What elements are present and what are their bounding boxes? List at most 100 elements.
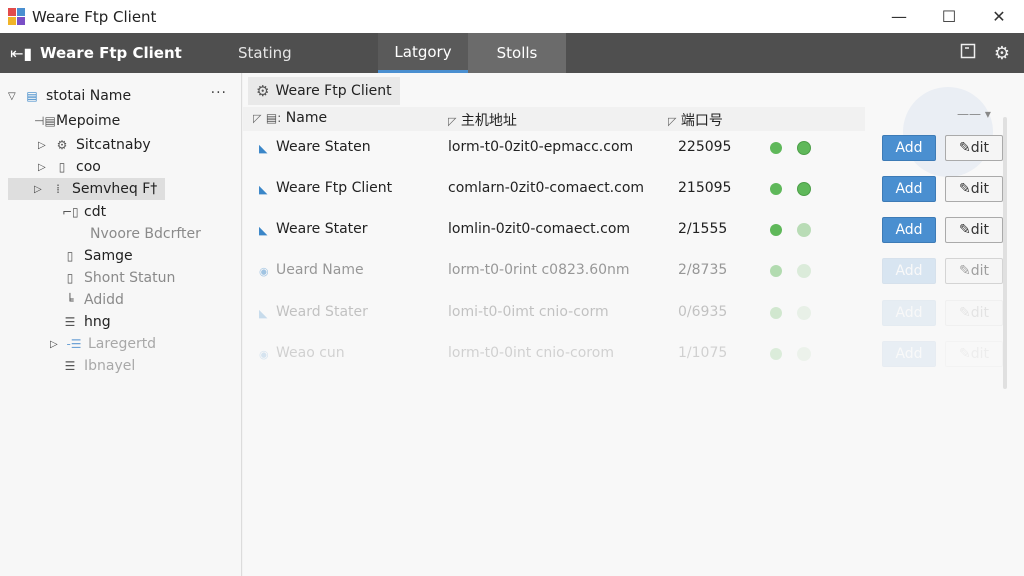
table-row[interactable]: ◣ Weare Ftp Client comlarn-0zit0-comaect… [243,169,1024,209]
row-name: Ueard Name [276,262,364,278]
tree-item-sitcatnaby[interactable]: ▷ ⚙ Sitcatnaby [38,134,151,156]
status-dot-icon [770,183,782,195]
tree-item-ibnayel[interactable]: ☰ Ibnayel [62,355,136,377]
tree-item-label: Semvheq F† [72,181,158,197]
tree-panel: ▽ ▤ stotai Name ··· ⊣▤ Mepoime ▷ ⚙ Sitca… [0,73,242,576]
tree-item-semvheq[interactable]: ▷ ⁞ Semvheq F† [8,178,165,200]
add-button[interactable]: Add [882,341,936,367]
edit-button[interactable]: ✎ dit [945,135,1003,161]
edit-button[interactable]: ✎ dit [945,217,1003,243]
row-port: 0/6935 [678,304,728,320]
status-dot-icon [797,141,811,155]
tree-item-shont-statun[interactable]: ▯ Shont Statun [62,267,176,289]
row-host: lomi-t0-0imt cnio-corm [448,304,609,320]
connection-icon: ◉ [259,265,269,278]
tree-item-adidd[interactable]: ╘ Adidd [62,289,124,311]
table-row[interactable]: ◣ Weare Stater lomlin-0zit0-comaect.com … [243,210,1024,250]
pencil-icon: ✎ [959,263,971,279]
tree-item-samge[interactable]: ▯ Samge [62,245,133,267]
edit-button[interactable]: ✎ dit [945,258,1003,284]
app-menu-icon[interactable]: ⇤▮ [10,44,38,63]
title-bar: Weare Ftp Client — ☐ ✕ [0,0,1024,33]
tree-item-laregertd[interactable]: ▷ -☰ Laregertd [50,333,156,355]
tree-item-label: cdt [84,204,107,220]
tree-header-label: stotai Name [46,88,132,104]
server-icon: ⁞ [56,182,60,196]
panel-title-text: Weare Ftp Client [275,83,392,99]
table-row[interactable]: ◣ Weare Staten lorm-t0-0zit0-epmacc.com … [243,128,1024,168]
status-dot-icon [797,306,811,320]
add-button[interactable]: Add [882,135,936,161]
more-icon[interactable]: ··· [211,85,227,101]
panel-tools-icon[interactable]: —— ▾ [957,107,991,121]
tree-item-coo[interactable]: ▷ ▯ coo [38,156,101,178]
table-row[interactable]: ◉ Weao cun lorm-t0-0int cnio-corom 1/107… [243,334,1024,374]
tree-item-label: Sitcatnaby [76,137,151,153]
connection-icon: ◣ [259,183,268,196]
tree-header[interactable]: ▽ ▤ stotai Name [8,85,131,107]
toolbar-right-icons: ⚙ [960,33,1010,73]
edit-button[interactable]: ✎ dit [945,176,1003,202]
row-host: lorm-t0-0int cnio-corom [448,345,614,361]
row-name: Weare Staten [276,139,371,155]
row-name: Weare Stater [276,221,368,237]
edit-button[interactable]: ✎ dit [945,341,1003,367]
maximize-button[interactable]: ☐ [924,0,974,33]
tree-item-label: Ibnayel [84,358,136,374]
column-header-port[interactable]: ◸ 端口号 [668,110,723,130]
connection-icon: ◣ [259,307,268,320]
status-dot-icon [770,142,782,154]
add-button[interactable]: Add [882,258,936,284]
tab-latgory[interactable]: Latgory [378,33,468,73]
server-icon: ⊣▤ [34,114,56,128]
close-button[interactable]: ✕ [974,0,1024,33]
tree-item-mepoime[interactable]: ⊣▤ Mepoime [34,110,120,132]
status-dot-icon [770,307,782,319]
status-dot-icon [797,223,811,237]
window-title: Weare Ftp Client [32,7,157,26]
column-header-host[interactable]: ◸ 主机地址 [448,110,517,130]
chevron-down-icon[interactable]: ▽ [8,91,20,102]
row-name: Weard Stater [276,304,368,320]
tree-item-hng[interactable]: ☰ hng [62,311,111,333]
chevron-right-icon[interactable]: ▷ [38,162,50,173]
chevron-right-icon[interactable]: ▷ [34,184,46,195]
window-icon[interactable] [960,43,976,64]
panel-title: ⚙ Weare Ftp Client [248,77,400,105]
gear-icon[interactable]: ⚙ [994,43,1010,64]
status-dot-icon [770,265,782,277]
pencil-icon: ✎ [959,222,971,238]
row-port: 225095 [678,139,732,155]
tree-item-label: coo [76,159,101,175]
tree-item-cdt[interactable]: ⌐▯ cdt [62,201,106,223]
column-header-name[interactable]: ◸ ▤: Name [253,110,327,126]
table-row[interactable]: ◣ Weard Stater lomi-t0-0imt cnio-corm 0/… [243,293,1024,333]
window-controls: — ☐ ✕ [874,0,1024,33]
sort-icon: ◸ [253,112,262,125]
add-button[interactable]: Add [882,300,936,326]
tree-item-nvoore[interactable]: Nvoore Bdcrfter [90,223,201,245]
gear-icon: ⚙ [256,82,270,100]
row-host: comlarn-0zit0-comaect.com [448,180,645,196]
add-button[interactable]: Add [882,217,936,243]
sort-icon: ◸ [668,115,677,128]
row-name: Weao cun [276,345,345,361]
status-dot-icon [797,264,811,278]
edit-button[interactable]: ✎ dit [945,300,1003,326]
server-icon: ▤ [26,89,38,103]
add-button[interactable]: Add [882,176,936,202]
status-dot-icon [770,348,782,360]
table-row[interactable]: ◉ Ueard Name lorm-t0-0rint c0823.60nm 2/… [243,251,1024,291]
toolbar-app-title: Weare Ftp Client [40,44,182,62]
folder-icon: ⌐▯ [62,205,79,219]
minimize-button[interactable]: — [874,0,924,33]
tree-item-label: Nvoore Bdcrfter [90,226,201,242]
chevron-right-icon[interactable]: ▷ [38,140,50,151]
tab-stolls[interactable]: Stolls [468,33,566,73]
gear-icon: ⚙ [56,138,68,152]
status-dot-icon [797,347,811,361]
list-icon: ☰ [64,315,76,329]
status-dot-icon [770,224,782,236]
connection-icon: ◣ [259,142,268,155]
chevron-right-icon[interactable]: ▷ [50,339,62,350]
